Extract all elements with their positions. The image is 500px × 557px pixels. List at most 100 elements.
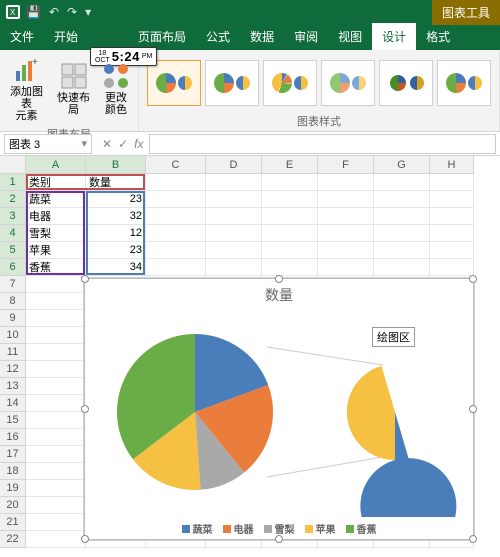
cell-A11[interactable]	[26, 344, 86, 361]
row-header-19[interactable]: 19	[0, 480, 26, 497]
cell-E6[interactable]	[262, 259, 318, 276]
chart-style-2[interactable]	[205, 60, 259, 106]
chart-object[interactable]: 数量 绘图区	[84, 278, 474, 540]
cell-F1[interactable]	[318, 174, 374, 191]
cell-F6[interactable]	[318, 259, 374, 276]
col-header-B[interactable]: B	[86, 156, 146, 174]
cell-C6[interactable]	[146, 259, 206, 276]
cell-A5[interactable]: 苹果	[26, 242, 86, 259]
undo-icon[interactable]: ↶	[49, 5, 59, 19]
cell-A20[interactable]	[26, 497, 86, 514]
change-colors-button[interactable]: 更改颜色	[100, 60, 132, 118]
quick-layout-button[interactable]: 快速布局	[53, 60, 94, 118]
cell-D4[interactable]	[206, 225, 262, 242]
cell-D1[interactable]	[206, 174, 262, 191]
tab-formulas[interactable]: 公式	[196, 23, 240, 50]
cell-A8[interactable]	[26, 293, 86, 310]
cell-A7[interactable]	[26, 276, 86, 293]
cell-E3[interactable]	[262, 208, 318, 225]
cell-B1[interactable]: 数量	[86, 174, 146, 191]
col-header-G[interactable]: G	[374, 156, 430, 174]
cell-A16[interactable]	[26, 429, 86, 446]
cell-C3[interactable]	[146, 208, 206, 225]
cell-C5[interactable]	[146, 242, 206, 259]
cell-E4[interactable]	[262, 225, 318, 242]
cell-F2[interactable]	[318, 191, 374, 208]
cell-G1[interactable]	[374, 174, 430, 191]
cell-H6[interactable]	[430, 259, 474, 276]
row-header-18[interactable]: 18	[0, 463, 26, 480]
qat-dropdown-icon[interactable]: ▾	[85, 5, 91, 19]
row-header-12[interactable]: 12	[0, 361, 26, 378]
cell-B5[interactable]: 23	[86, 242, 146, 259]
cell-D6[interactable]	[206, 259, 262, 276]
row-header-9[interactable]: 9	[0, 310, 26, 327]
cell-A22[interactable]	[26, 531, 86, 548]
cell-B2[interactable]: 23	[86, 191, 146, 208]
row-header-16[interactable]: 16	[0, 429, 26, 446]
cell-B3[interactable]: 32	[86, 208, 146, 225]
cell-E1[interactable]	[262, 174, 318, 191]
cell-A2[interactable]: 蔬菜	[26, 191, 86, 208]
cell-A1[interactable]: 类别	[26, 174, 86, 191]
cell-A10[interactable]	[26, 327, 86, 344]
cell-G4[interactable]	[374, 225, 430, 242]
col-header-D[interactable]: D	[206, 156, 262, 174]
cell-H3[interactable]	[430, 208, 474, 225]
row-header-4[interactable]: 4	[0, 225, 26, 242]
cell-H2[interactable]	[430, 191, 474, 208]
cell-C2[interactable]	[146, 191, 206, 208]
add-chart-element-button[interactable]: + 添加图表元素	[6, 54, 47, 124]
chart-style-6[interactable]	[437, 60, 491, 106]
cell-A6[interactable]: 香蕉	[26, 259, 86, 276]
cell-A13[interactable]	[26, 378, 86, 395]
cell-G6[interactable]	[374, 259, 430, 276]
cell-D5[interactable]	[206, 242, 262, 259]
tab-design[interactable]: 设计	[372, 23, 416, 50]
row-header-22[interactable]: 22	[0, 531, 26, 548]
col-header-F[interactable]: F	[318, 156, 374, 174]
tab-home[interactable]: 开始	[44, 23, 88, 50]
row-header-21[interactable]: 21	[0, 514, 26, 531]
col-header-E[interactable]: E	[262, 156, 318, 174]
chevron-down-icon[interactable]: ▾	[81, 137, 87, 150]
chart-style-4[interactable]	[321, 60, 375, 106]
formula-bar[interactable]	[149, 134, 496, 154]
col-header-A[interactable]: A	[26, 156, 86, 174]
cell-E5[interactable]	[262, 242, 318, 259]
tab-view[interactable]: 视图	[328, 23, 372, 50]
cell-A14[interactable]	[26, 395, 86, 412]
cell-B4[interactable]: 12	[86, 225, 146, 242]
cell-A19[interactable]	[26, 480, 86, 497]
cell-G2[interactable]	[374, 191, 430, 208]
cell-A3[interactable]: 电器	[26, 208, 86, 225]
save-icon[interactable]: 💾	[26, 5, 41, 19]
row-header-2[interactable]: 2	[0, 191, 26, 208]
cell-A18[interactable]	[26, 463, 86, 480]
row-header-1[interactable]: 1	[0, 174, 26, 191]
cell-F5[interactable]	[318, 242, 374, 259]
cell-C1[interactable]	[146, 174, 206, 191]
cell-D2[interactable]	[206, 191, 262, 208]
chart-title[interactable]: 数量	[85, 279, 473, 307]
tab-format[interactable]: 格式	[416, 23, 460, 50]
cell-H5[interactable]	[430, 242, 474, 259]
row-header-11[interactable]: 11	[0, 344, 26, 361]
worksheet-grid[interactable]: A B C D E F G H 1类别数量2蔬菜233电器324雪梨125苹果2…	[0, 156, 500, 557]
row-header-7[interactable]: 7	[0, 276, 26, 293]
cell-A15[interactable]	[26, 412, 86, 429]
tab-review[interactable]: 审阅	[284, 23, 328, 50]
chart-style-1[interactable]	[147, 60, 201, 106]
cell-A4[interactable]: 雪梨	[26, 225, 86, 242]
tab-page-layout[interactable]: 页面布局	[128, 23, 196, 50]
chart-style-5[interactable]	[379, 60, 433, 106]
cell-A21[interactable]	[26, 514, 86, 531]
cell-C4[interactable]	[146, 225, 206, 242]
cell-D3[interactable]	[206, 208, 262, 225]
name-box[interactable]: 图表 3 ▾	[4, 134, 92, 154]
cell-G3[interactable]	[374, 208, 430, 225]
plot-area[interactable]: 绘图区	[85, 307, 473, 517]
row-header-5[interactable]: 5	[0, 242, 26, 259]
cell-B6[interactable]: 34	[86, 259, 146, 276]
tab-file[interactable]: 文件	[0, 23, 44, 50]
